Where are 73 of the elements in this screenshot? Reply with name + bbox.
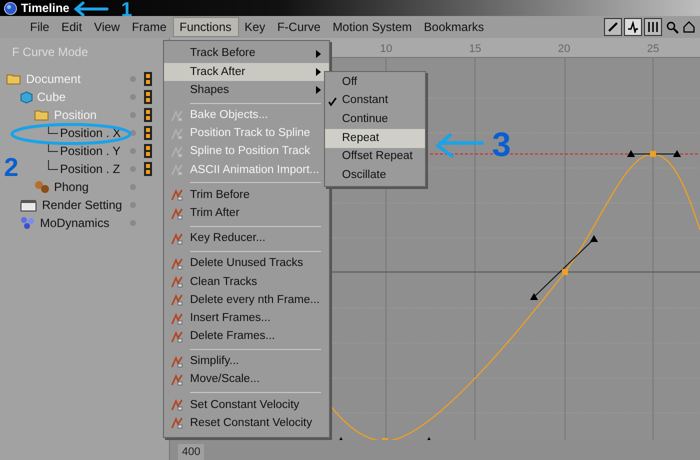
menu-item-icon	[170, 275, 184, 290]
menu-entry[interactable]: Move/Scale...	[164, 371, 329, 390]
ruler-label: 10	[380, 42, 392, 57]
menu-item-icon	[170, 256, 184, 271]
menu-entry[interactable]: Key Reducer...	[164, 230, 329, 248]
menu-item-icon	[170, 126, 184, 141]
menu-item-icon	[170, 206, 184, 221]
menu-item[interactable]: Edit	[55, 17, 88, 37]
value-label: 400	[178, 444, 204, 460]
annotation-arrow	[73, 1, 109, 17]
curve-icon	[627, 21, 639, 33]
submenu-arrow-icon	[316, 86, 321, 94]
menu-entry[interactable]: Reset Constant Velocity	[164, 414, 329, 433]
menu-entry[interactable]: Track Before	[164, 45, 329, 64]
submenu-entry[interactable]: Continue	[325, 110, 425, 130]
menu-item[interactable]: Functions	[172, 17, 239, 37]
submenu-arrow-icon	[316, 68, 321, 76]
folder-icon	[6, 73, 22, 85]
menu-item-icon	[170, 416, 184, 430]
key-tangent-handle[interactable]	[530, 235, 598, 300]
spheres-icon	[20, 216, 36, 230]
submenu-entry[interactable]: Constant	[325, 92, 425, 110]
menu-entry[interactable]: Trim After	[164, 204, 329, 223]
menu-entry[interactable]: Delete Unused Tracks	[164, 254, 329, 274]
menu-item-icon	[170, 108, 184, 123]
menu-entry[interactable]: Delete every nth Frame...	[164, 291, 329, 310]
menu-item-icon	[170, 188, 184, 202]
menu-item-icon	[170, 330, 184, 344]
curve-mode-button[interactable]	[624, 18, 642, 36]
menu-item-icon	[170, 373, 184, 388]
key-tangent-handle[interactable]	[627, 150, 681, 157]
spheres-icon	[34, 180, 50, 194]
ruler-label: 15	[469, 42, 482, 57]
ruler-label: 25	[647, 42, 660, 57]
mode-label: F Curve Mode	[11, 44, 90, 61]
menu-item-icon	[170, 398, 184, 412]
menu-item-icon	[170, 232, 184, 246]
menu-entry[interactable]: Insert Frames...	[164, 309, 329, 328]
menu-item[interactable]: Motion System	[326, 17, 418, 37]
home-icon	[683, 21, 695, 33]
menu-item[interactable]: File	[24, 17, 56, 37]
menu-item-icon	[170, 312, 184, 326]
menu-item[interactable]: Bookmarks	[418, 17, 490, 37]
cube-icon	[20, 90, 33, 104]
key-mode-button[interactable]	[604, 18, 622, 36]
clapboard-icon	[20, 198, 38, 212]
menu-entry[interactable]: Delete Frames...	[164, 328, 329, 346]
bars-icon	[647, 21, 659, 33]
menu-item[interactable]: F-Curve	[271, 17, 327, 37]
menu-item-icon	[170, 145, 184, 160]
menu-item[interactable]: Key	[238, 17, 272, 37]
search-icon	[666, 20, 678, 34]
submenu-arrow-icon	[316, 50, 321, 58]
ruler-label: 20	[558, 42, 570, 57]
menu-item-icon	[170, 293, 184, 308]
menu-item-icon	[170, 354, 184, 369]
submenu-entry[interactable]: Oscillate	[325, 166, 425, 186]
annotation-arrow	[434, 133, 484, 159]
globe-icon	[4, 2, 17, 14]
menu-entry[interactable]: Trim Before	[164, 186, 329, 204]
submenu-entry[interactable]: Offset Repeat	[325, 148, 425, 166]
menu-entry[interactable]: Set Constant Velocity	[164, 396, 329, 414]
submenu-entry[interactable]: Repeat	[325, 129, 425, 148]
annotation-number: 2	[4, 151, 18, 184]
menu-entry[interactable]: Clean Tracks	[164, 273, 329, 292]
menu-entry[interactable]: Simplify...	[164, 352, 329, 371]
annotation-number: 3	[492, 125, 511, 166]
menu-entry[interactable]: Track After	[164, 63, 329, 82]
menu-item-icon	[170, 163, 184, 178]
folder-icon	[34, 109, 50, 121]
slash-icon	[607, 21, 619, 33]
window-title: Timeline	[21, 0, 70, 17]
key-tangent-handle[interactable]	[337, 437, 433, 440]
